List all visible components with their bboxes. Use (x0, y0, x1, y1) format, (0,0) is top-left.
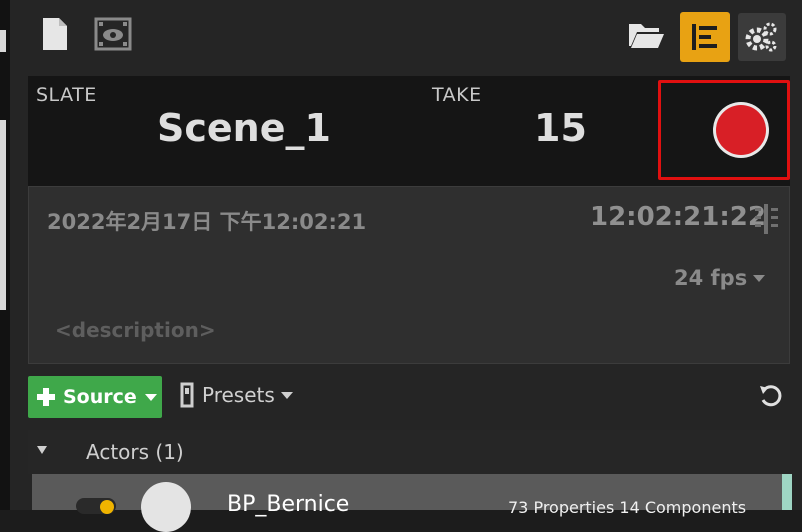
timecode-bars-icon[interactable] (754, 204, 780, 234)
description-field[interactable]: <description> (55, 318, 216, 342)
review-button[interactable] (92, 14, 134, 54)
new-take-button[interactable] (36, 13, 74, 55)
toggle-switch[interactable] (76, 498, 116, 514)
chevron-down-icon (144, 393, 157, 401)
edge-tab (0, 120, 6, 310)
refresh-button[interactable] (759, 384, 783, 408)
actor-name: BP_Bernice (227, 492, 350, 517)
take-recorder-panel: SLATE Scene_1 TAKE 15 2022年2月17日 下午12:02… (10, 0, 802, 532)
actor-thumbnail (141, 482, 191, 532)
record-button[interactable] (713, 102, 769, 158)
add-source-label: Source (63, 386, 137, 408)
presets-label: Presets (202, 383, 275, 407)
folder-open-icon (629, 24, 664, 48)
take-value[interactable]: 15 (534, 106, 587, 150)
film-eye-icon (94, 17, 132, 51)
actors-header: Actors (1) (86, 440, 184, 464)
open-folder-button[interactable] (624, 16, 668, 54)
record-icon (716, 105, 766, 155)
left-panel-edge (0, 0, 10, 510)
gears-icon (745, 22, 777, 52)
presets-dropdown[interactable]: Presets (178, 382, 293, 408)
take-label: TAKE (432, 84, 482, 106)
add-source-button[interactable]: Source (28, 376, 162, 418)
slate-value[interactable]: Scene_1 (157, 106, 331, 150)
timecode-text: 12:02:21:22 (590, 202, 766, 232)
timestamp-text: 2022年2月17日 下午12:02:21 (47, 210, 367, 234)
expand-arrow-icon[interactable] (37, 446, 47, 454)
edge-tab (0, 30, 6, 52)
toggle-knob (100, 500, 114, 514)
document-icon (43, 18, 67, 50)
chevron-down-icon (753, 274, 766, 282)
fps-value: 24 fps (674, 266, 748, 290)
fps-dropdown[interactable]: 24 fps (674, 266, 766, 290)
actor-info: 73 Properties 14 Components (508, 498, 747, 517)
slate-label: SLATE (36, 84, 97, 106)
settings-button[interactable] (738, 13, 786, 61)
plus-icon (37, 388, 55, 406)
scrollbar[interactable] (782, 474, 792, 510)
refresh-icon (760, 385, 782, 407)
preset-icon (180, 382, 194, 408)
list-timecode-icon (692, 24, 717, 50)
timecode-toggle-button[interactable] (680, 12, 730, 62)
chevron-down-icon (280, 391, 293, 399)
